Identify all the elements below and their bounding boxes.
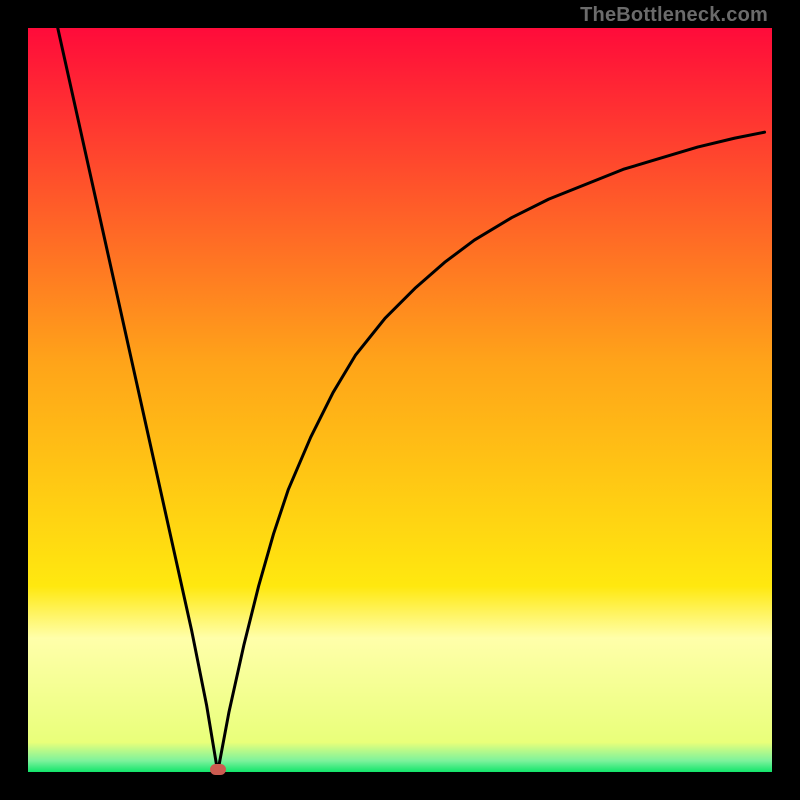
optimal-point-marker — [210, 764, 226, 775]
bottleneck-chart — [28, 28, 772, 772]
watermark-text: TheBottleneck.com — [580, 4, 768, 27]
plot-frame — [28, 28, 772, 772]
